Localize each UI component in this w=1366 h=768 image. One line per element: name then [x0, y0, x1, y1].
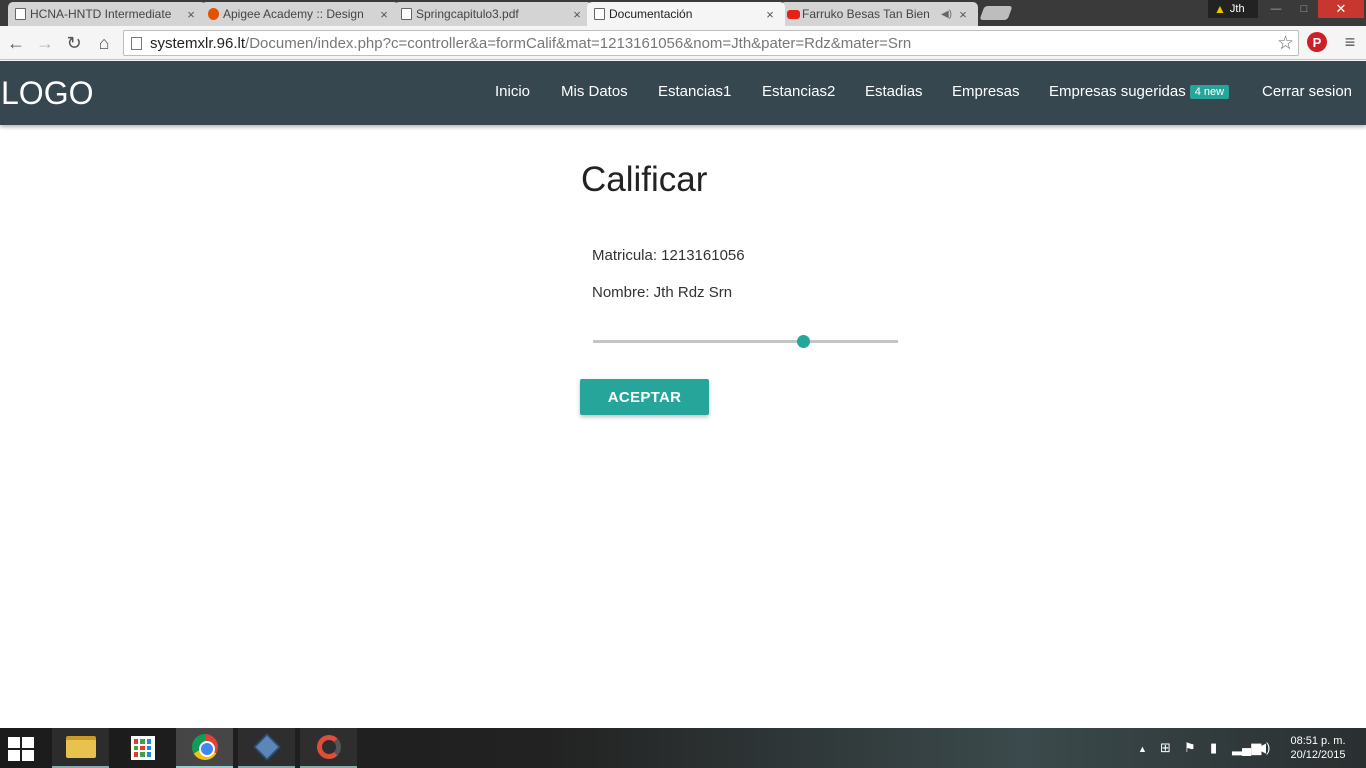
tab-title: Springcapitulo3.pdf: [416, 7, 519, 21]
action-center-flag-icon[interactable]: ⚑: [1184, 740, 1196, 756]
page-icon: [131, 36, 142, 50]
close-icon[interactable]: ×: [377, 7, 391, 22]
windows-icon[interactable]: ⊞: [1160, 740, 1171, 756]
tab-title: Farruko Besas Tan Bien: [802, 7, 930, 21]
address-bar[interactable]: systemxlr.96.lt/Documen/index.php?c=cont…: [123, 30, 1299, 56]
nav-link-mis-datos[interactable]: Mis Datos: [561, 83, 628, 100]
menu-icon[interactable]: ≡: [1340, 30, 1360, 54]
browser-tab[interactable]: Springcapitulo3.pdf ×: [394, 2, 592, 26]
warning-icon: ▲: [1214, 2, 1226, 16]
url-host: systemxlr.96.lt: [150, 34, 246, 52]
browser-tab-strip: HCNA-HNTD Intermediate × Apigee Academy …: [0, 0, 1366, 26]
bookmark-star-icon[interactable]: ☆: [1277, 32, 1294, 55]
url-path: /Documen/index.php?c=controller&a=formCa…: [245, 34, 912, 52]
matricula-text: Matricula: 1213161056: [592, 247, 745, 264]
windows-start-icon[interactable]: [8, 737, 36, 761]
close-icon[interactable]: ×: [763, 7, 777, 22]
store-icon[interactable]: [114, 728, 171, 768]
windows-taskbar: ▲ ⊞ ⚑ ▮ ▂▄▆ ◀) 08:51 p. m. 20/12/2015: [0, 728, 1366, 768]
new-tab-button[interactable]: [979, 6, 1013, 20]
maximize-button[interactable]: □: [1290, 0, 1318, 18]
nav-link-empresas[interactable]: Empresas: [952, 83, 1020, 100]
nav-link-empresas-sugeridas[interactable]: Empresas sugeridas 4 new: [1049, 83, 1230, 100]
tray-expand-icon[interactable]: ▲: [1138, 744, 1147, 754]
browser-toolbar: ← → ↻ ⌂ systemxlr.96.lt/Documen/index.ph…: [0, 26, 1366, 60]
close-icon[interactable]: ×: [570, 7, 584, 22]
grade-slider-track[interactable]: [593, 340, 898, 343]
battery-icon[interactable]: ▮: [1210, 740, 1217, 756]
profile-name: Jth: [1229, 3, 1245, 15]
back-icon[interactable]: ←: [4, 31, 28, 55]
site-logo[interactable]: LOGO: [1, 75, 93, 112]
clock-date: 20/12/2015: [1290, 749, 1346, 761]
browser-tab[interactable]: HCNA-HNTD Intermediate ×: [8, 2, 206, 26]
close-icon[interactable]: ×: [184, 7, 198, 22]
browser-tab[interactable]: Apigee Academy :: Design ×: [201, 2, 399, 26]
nav-link-inicio[interactable]: Inicio: [495, 83, 530, 100]
reload-icon[interactable]: ↻: [62, 31, 86, 55]
youtube-icon: [787, 10, 800, 19]
tab-title: Apigee Academy :: Design: [223, 7, 364, 21]
page-icon: [15, 8, 26, 20]
virtualbox-icon[interactable]: [238, 728, 295, 768]
nombre-text: Nombre: Jth Rdz Srn: [592, 284, 733, 301]
tab-title: HCNA-HNTD Intermediate: [30, 7, 172, 21]
nav-link-cerrar-sesion[interactable]: Cerrar sesion: [1262, 83, 1352, 100]
profile-button[interactable]: ▲ Jth: [1208, 0, 1258, 18]
apigee-icon: [208, 8, 219, 20]
app-icon[interactable]: [300, 728, 357, 768]
close-window-button[interactable]: ✕: [1318, 0, 1364, 18]
file-explorer-icon[interactable]: [52, 728, 109, 768]
aceptar-button[interactable]: ACEPTAR: [580, 379, 709, 415]
nav-link-estancias1[interactable]: Estancias1: [658, 83, 731, 100]
forward-icon[interactable]: →: [33, 31, 57, 55]
volume-icon[interactable]: ◀): [1256, 740, 1270, 756]
system-clock[interactable]: 08:51 p. m. 20/12/2015: [1280, 734, 1356, 762]
close-icon[interactable]: ×: [956, 7, 970, 22]
minimize-button[interactable]: —: [1262, 0, 1290, 18]
clock-time: 08:51 p. m.: [1290, 735, 1346, 747]
chrome-icon[interactable]: [176, 728, 233, 768]
audio-icon: ◀): [940, 8, 952, 20]
new-badge: 4 new: [1189, 85, 1230, 99]
page-icon: [401, 8, 412, 20]
page-title: Calificar: [581, 160, 708, 199]
site-navbar: LOGO Inicio Mis Datos Estancias1 Estanci…: [0, 61, 1366, 125]
browser-tab[interactable]: Farruko Besas Tan Bien ◀) ×: [780, 2, 978, 26]
grade-slider-thumb[interactable]: [796, 335, 810, 348]
nav-link-estadias[interactable]: Estadias: [865, 83, 923, 100]
pinterest-icon[interactable]: P: [1307, 32, 1327, 52]
tab-title: Documentación: [609, 7, 693, 21]
nav-link-estancias2[interactable]: Estancias2: [762, 83, 835, 100]
browser-tab-active[interactable]: Documentación ×: [587, 2, 785, 26]
page-icon: [594, 8, 605, 20]
nav-link-label: Empresas sugeridas: [1049, 83, 1186, 100]
home-icon[interactable]: ⌂: [92, 31, 116, 55]
